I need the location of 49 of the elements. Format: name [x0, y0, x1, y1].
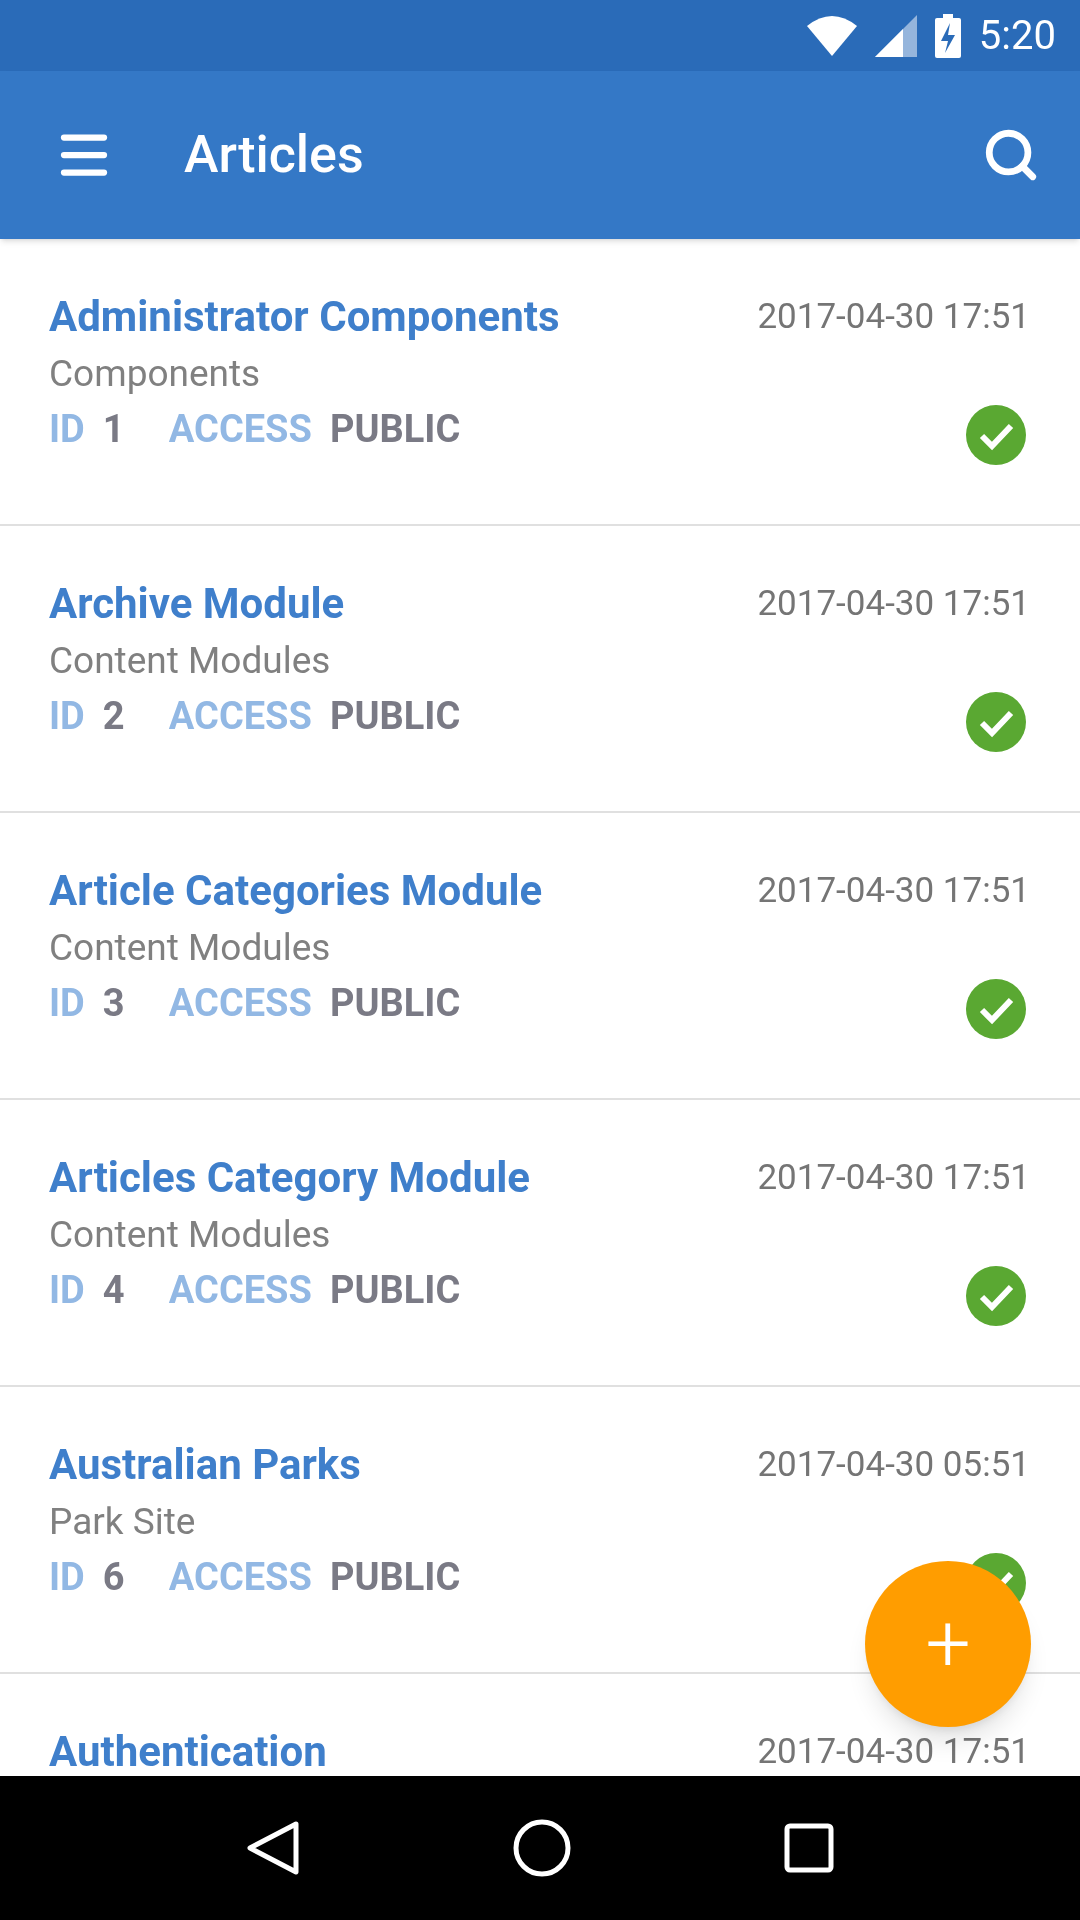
id-label: ID: [49, 980, 85, 1027]
article-title: Authentication: [49, 1726, 328, 1776]
article-category: Park Site: [49, 1499, 197, 1545]
id-label: ID: [49, 406, 85, 453]
back-icon[interactable]: [246, 1820, 301, 1876]
article-category: Content Modules: [49, 638, 332, 684]
access-value: PUBLIC: [329, 693, 461, 740]
access-value: PUBLIC: [329, 1554, 461, 1601]
article-row[interactable]: Archive Module Content Modules ID 2 ACCESS PUBLIC 2017-04-30 17:51: [0, 526, 1080, 813]
access-label: ACCESS: [168, 406, 312, 453]
id-label: ID: [49, 693, 85, 740]
article-date: 2017-04-30 17:51: [757, 1730, 1030, 1774]
battery-icon: [934, 13, 961, 58]
article-date: 2017-04-30 17:51: [757, 869, 1030, 913]
access-label: ACCESS: [168, 693, 312, 740]
access-label: ACCESS: [168, 1554, 312, 1601]
status-time: 5:20: [978, 10, 1056, 61]
id-value: 2: [102, 693, 126, 740]
access-value: PUBLIC: [329, 406, 461, 453]
article-title: Article Categories Module: [49, 865, 544, 917]
article-category: Components: [49, 351, 262, 397]
id-value: 6: [102, 1554, 126, 1601]
id-value: 1: [102, 406, 126, 453]
article-row[interactable]: Administrator Components Components ID 1 ACCESS PUBLIC 2017-04-30 17:51: [0, 239, 1080, 526]
article-row[interactable]: Articles Category Module Content Modules ID 4 ACCESS PUBLIC 2017-04-30 17:51: [0, 1100, 1080, 1387]
recents-icon[interactable]: [783, 1823, 834, 1873]
article-row[interactable]: Article Categories Module Content Modules ID 3 ACCESS PUBLIC 2017-04-30 17:51: [0, 813, 1080, 1100]
app-bar-title: Articles: [184, 123, 365, 187]
id-value: 3: [102, 980, 126, 1027]
signal-icon: [874, 14, 917, 57]
article-title: Articles Category Module: [49, 1152, 531, 1204]
id-value: 4: [102, 1267, 126, 1314]
wifi-icon: [806, 15, 857, 56]
article-category: Content Modules: [49, 925, 332, 971]
id-label: ID: [49, 1267, 85, 1314]
article-title: Australian Parks: [49, 1439, 362, 1491]
article-date: 2017-04-30 17:51: [757, 295, 1030, 339]
article-date: 2017-04-30 05:51: [757, 1443, 1030, 1487]
access-value: PUBLIC: [329, 980, 461, 1027]
article-date: 2017-04-30 17:51: [757, 1156, 1030, 1200]
id-label: ID: [49, 1554, 85, 1601]
home-icon[interactable]: [513, 1819, 571, 1877]
article-title: Archive Module: [49, 578, 346, 630]
article-title: Administrator Components: [49, 291, 561, 343]
access-label: ACCESS: [168, 1267, 312, 1314]
access-value: PUBLIC: [329, 1267, 461, 1314]
article-date: 2017-04-30 17:51: [757, 582, 1030, 626]
article-category: Content Modules: [49, 1212, 332, 1258]
access-label: ACCESS: [168, 980, 312, 1027]
